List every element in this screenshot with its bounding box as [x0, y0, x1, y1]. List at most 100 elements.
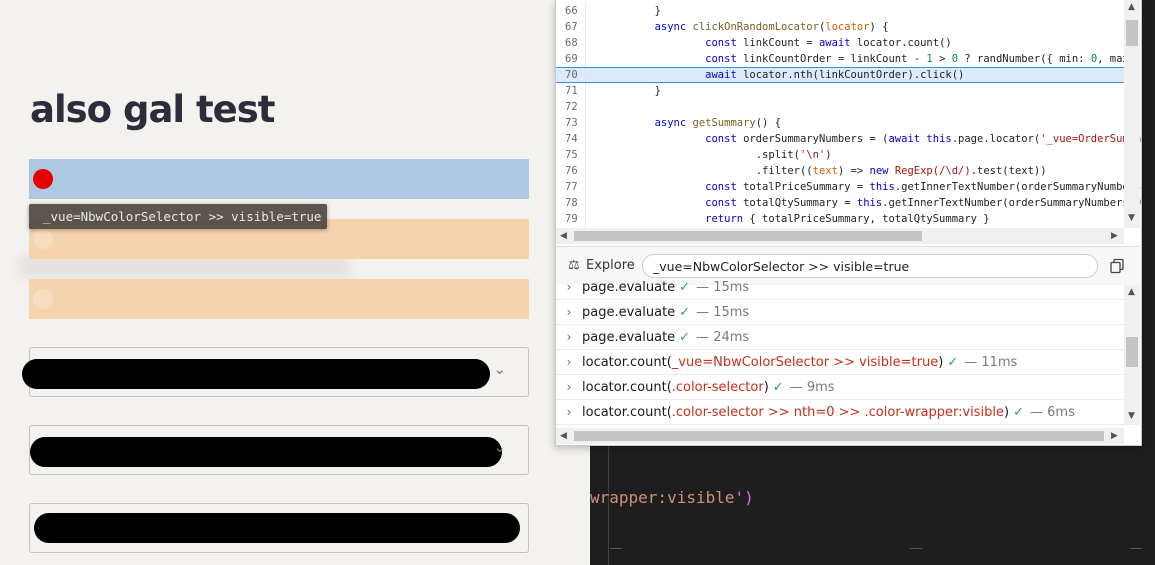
- log-entry[interactable]: › locator.count(.color-selector) ✓ — 9ms: [556, 375, 1124, 400]
- code-line: 76 .filter((text) => new RegExp(/\d/).te…: [556, 163, 1124, 179]
- log-entry[interactable]: › locator.count(.color-selector >> nth=0 …: [556, 400, 1124, 425]
- redacted-text: [34, 513, 520, 543]
- checkmark-icon: ✓: [679, 280, 691, 295]
- scroll-left-icon[interactable]: ◀: [560, 231, 567, 241]
- code-text: .split('\n'): [604, 149, 832, 161]
- source-horizontal-scrollbar[interactable]: ◀ ▶: [556, 228, 1124, 244]
- line-number: 79: [556, 211, 586, 227]
- line-number: 73: [556, 115, 586, 131]
- select-dropdown[interactable]: ⌄: [22, 347, 529, 397]
- color-option[interactable]: [29, 279, 529, 319]
- code-text: }: [604, 5, 661, 17]
- code-line: 74 const orderSummaryNumbers = (await th…: [556, 131, 1141, 147]
- chevron-right-icon[interactable]: ›: [556, 275, 582, 299]
- select-dropdown[interactable]: ⌄: [29, 425, 529, 475]
- code-line: 73 async getSummary() {: [556, 115, 1124, 131]
- checkmark-icon: ✓: [679, 305, 691, 320]
- code-text: .filter((text) => new RegExp(/\d/).test(…: [604, 165, 1047, 177]
- scroll-up-icon[interactable]: ▲: [1128, 287, 1135, 297]
- page-title: also gal test: [30, 88, 275, 131]
- select-dropdown[interactable]: [29, 503, 529, 553]
- line-number: 67: [556, 19, 586, 35]
- flask-icon: ⚖: [568, 258, 580, 273]
- chevron-right-icon[interactable]: ›: [556, 350, 582, 374]
- code-text: }: [604, 85, 661, 97]
- log-duration: — 9ms: [789, 380, 835, 395]
- source-pane[interactable]: 66 } 67 async clickOnRandomLocator(locato…: [556, 0, 1141, 245]
- scroll-down-icon[interactable]: ▼: [1128, 213, 1135, 223]
- scroll-right-icon[interactable]: ▶: [1111, 431, 1118, 441]
- code-line: 77 const totalPriceSummary = this.getInn…: [556, 179, 1141, 195]
- chevron-right-icon[interactable]: ›: [556, 300, 582, 324]
- redacted-text: [30, 437, 502, 467]
- line-number: 70: [556, 68, 586, 82]
- chevron-right-icon[interactable]: ›: [556, 325, 582, 349]
- code-text: const totalQtySummary = this.getInnerTex…: [705, 197, 1141, 209]
- scroll-down-icon[interactable]: ▼: [1128, 411, 1135, 421]
- line-number: 77: [556, 179, 586, 195]
- code-line: 66 }: [556, 3, 1124, 19]
- selected-color-dot: [33, 169, 53, 189]
- editor-tick: [910, 548, 922, 549]
- scroll-right-icon[interactable]: ▶: [1111, 231, 1118, 241]
- code-text: const orderSummaryNumbers = (await this.…: [705, 133, 1141, 145]
- log-horizontal-scrollbar[interactable]: ◀ ▶: [556, 428, 1124, 444]
- log-method: locator.count(: [582, 355, 672, 370]
- chevron-right-icon[interactable]: ›: [556, 400, 582, 424]
- code-line-current: 70 await locator.nth(linkCountOrder).cli…: [556, 67, 1124, 83]
- code-text: async getSummary() {: [654, 117, 782, 129]
- log-entry[interactable]: › page.evaluate ✓ — 24ms: [556, 325, 1124, 350]
- checkmark-icon: ✓: [679, 330, 691, 345]
- log-vertical-scrollbar[interactable]: ▲ ▼: [1124, 285, 1140, 425]
- scroll-thumb[interactable]: [1126, 20, 1138, 46]
- line-number: 72: [556, 99, 586, 115]
- line-number: 76: [556, 163, 586, 179]
- line-number: 78: [556, 195, 586, 211]
- source-vertical-scrollbar[interactable]: ▲ ▼: [1124, 0, 1140, 228]
- log-method: page.evaluate: [582, 280, 676, 295]
- log-duration: — 11ms: [964, 355, 1018, 370]
- log-close-paren: ): [1004, 405, 1010, 420]
- scroll-thumb[interactable]: [574, 431, 1104, 441]
- line-number: 68: [556, 35, 586, 51]
- redacted-text: [22, 359, 490, 389]
- log-method: page.evaluate: [582, 330, 676, 345]
- editor-tick: [610, 548, 622, 549]
- log-duration: — 15ms: [696, 280, 750, 295]
- scroll-up-icon[interactable]: ▲: [1128, 2, 1135, 12]
- playwright-inspector: 66 } 67 async clickOnRandomLocator(locato…: [555, 0, 1142, 446]
- scroll-left-icon[interactable]: ◀: [560, 431, 567, 441]
- log-selector: _vue=NbwColorSelector >> visible=true: [671, 355, 939, 370]
- call-log-pane[interactable]: › page.evaluate ✓ — 15ms › page.evaluate ✓ — 15…: [556, 280, 1140, 445]
- log-entry[interactable]: › page.evaluate ✓ — 15ms: [556, 275, 1124, 300]
- log-selector: .color-selector: [671, 380, 764, 395]
- log-entry[interactable]: › locator.count(_vue=NbwColorSelector >> …: [556, 350, 1124, 375]
- log-duration: — 6ms: [1030, 405, 1075, 420]
- log-method: locator.count(: [582, 380, 672, 395]
- log-close-paren: ): [938, 355, 944, 370]
- color-dot: [33, 289, 53, 309]
- line-number: 71: [556, 83, 586, 99]
- scroll-thumb[interactable]: [574, 231, 922, 241]
- log-duration: — 15ms: [696, 305, 750, 320]
- scroll-thumb[interactable]: [1126, 337, 1138, 367]
- locator-tooltip: _vue=NbwColorSelector >> visible=true: [29, 204, 328, 229]
- chevron-down-icon: ⌄: [493, 360, 506, 378]
- log-selector: .color-selector >> nth=0 >> .color-wrapp…: [671, 405, 1005, 420]
- log-duration: — 24ms: [696, 330, 750, 345]
- color-option-selected[interactable]: [29, 159, 529, 199]
- line-number: 69: [556, 51, 586, 67]
- code-line: 78 const totalQtySummary = this.getInner…: [556, 195, 1141, 211]
- background-editor-edge: [1140, 0, 1155, 445]
- line-number: 66: [556, 3, 586, 19]
- code-text: await locator.nth(linkCountOrder).click(…: [705, 69, 965, 81]
- checkmark-icon: ✓: [947, 355, 959, 370]
- code-line: 71 }: [556, 83, 1124, 99]
- log-method: locator.count(: [582, 405, 672, 420]
- chevron-right-icon[interactable]: ›: [556, 375, 582, 399]
- log-entry[interactable]: › page.evaluate ✓ — 15ms: [556, 300, 1124, 325]
- copy-icon[interactable]: [1109, 258, 1125, 274]
- color-dot: [33, 229, 53, 249]
- code-line: 75 .split('\n'): [556, 147, 1124, 163]
- code-line: 67 async clickOnRandomLocator(locator) {: [556, 19, 1124, 35]
